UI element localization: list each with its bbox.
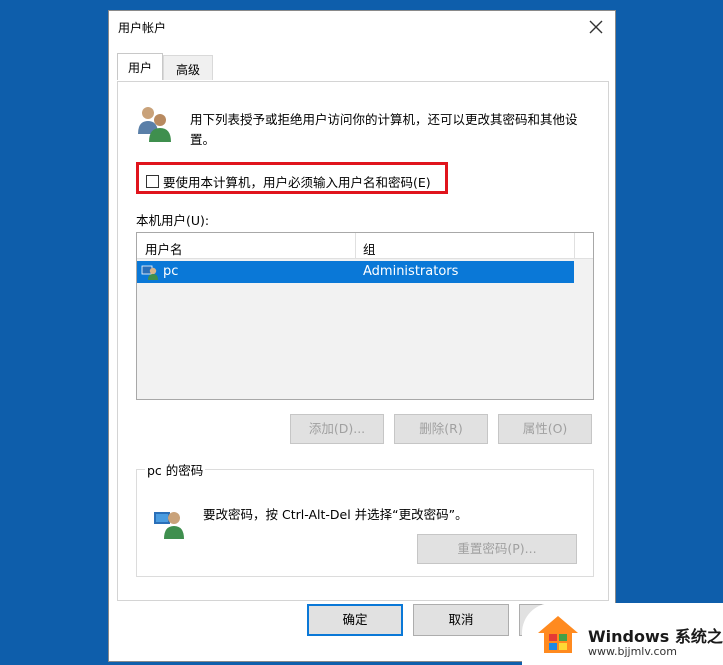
- close-button[interactable]: [583, 15, 609, 39]
- user-password-icon: [154, 512, 184, 539]
- intro-text: 用下列表授予或拒绝用户访问你的计算机，还可以更改其密码和其他设置。: [190, 112, 578, 147]
- user-icon: [141, 265, 158, 280]
- watermark-url: www.bjjmlv.com: [588, 645, 677, 658]
- site-watermark: Windows 系统之家 www.bjjmlv.com: [522, 603, 723, 665]
- close-icon: [589, 20, 603, 34]
- table-row[interactable]: pc Administrators: [137, 261, 574, 283]
- password-group-title: pc 的密码: [145, 460, 206, 479]
- column-username[interactable]: 用户名: [145, 239, 183, 258]
- users-list[interactable]: 用户名 组 pc Administrators: [136, 232, 594, 400]
- column-group[interactable]: 组: [363, 239, 376, 258]
- reset-password-button[interactable]: 重置密码(P)...: [417, 534, 577, 564]
- title-bar: 用户帐户: [109, 11, 615, 43]
- remove-user-button[interactable]: 删除(R): [394, 414, 488, 444]
- column-separator: [355, 233, 356, 259]
- password-group: pc 的密码 要改密码，按 Ctrl-Alt-Del 并选择“更改密码”。 重置…: [136, 460, 594, 577]
- tab-advanced[interactable]: 高级: [163, 55, 213, 80]
- require-password-highlight: 要使用本计算机，用户必须输入用户名和密码(E): [136, 162, 448, 194]
- list-header: 用户名 组: [137, 233, 593, 259]
- row-group: Administrators: [363, 264, 459, 279]
- properties-button[interactable]: 属性(O): [498, 414, 592, 444]
- user-accounts-dialog: 用户帐户 用户 高级 用下列表授予或拒绝用户访问你的计算机，还可以更改其密码和其…: [108, 10, 616, 662]
- window-title: 用户帐户: [118, 21, 167, 35]
- password-instructions: 要改密码，按 Ctrl-Alt-Del 并选择“更改密码”。: [203, 507, 468, 522]
- require-password-checkbox[interactable]: [146, 175, 159, 188]
- column-separator: [574, 233, 575, 259]
- ok-button[interactable]: 确定: [307, 604, 403, 636]
- cancel-button[interactable]: 取消: [413, 604, 509, 636]
- local-users-label: 本机用户(U):: [136, 213, 210, 228]
- users-tab-panel: 用下列表授予或拒绝用户访问你的计算机，还可以更改其密码和其他设置。 要使用本计算…: [117, 81, 609, 601]
- watermark-title: Windows 系统之家: [588, 627, 723, 646]
- windows-house-logo-icon: [538, 616, 578, 653]
- require-password-label[interactable]: 要使用本计算机，用户必须输入用户名和密码(E): [163, 172, 431, 191]
- row-username: pc: [163, 264, 179, 279]
- add-user-button[interactable]: 添加(D)...: [290, 414, 384, 444]
- users-icon: [138, 107, 171, 142]
- tab-users[interactable]: 用户: [117, 53, 163, 80]
